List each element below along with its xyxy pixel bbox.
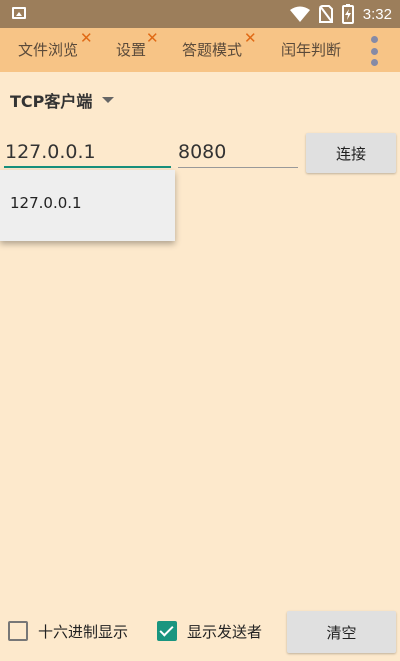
connect-button[interactable]: 连接 xyxy=(306,133,396,173)
clock: 3:32 xyxy=(362,5,392,23)
tab-label: 文件浏览 xyxy=(18,41,79,59)
status-icons: 3:32 xyxy=(289,3,392,25)
tab-label: 答题模式 xyxy=(182,41,243,59)
tab-settings[interactable]: 设置 ✕ xyxy=(116,28,159,72)
battery-charging-icon xyxy=(341,4,354,24)
port-input[interactable]: 8080 xyxy=(178,138,298,168)
mode-spinner-value: TCP客户端 xyxy=(10,92,93,111)
hex-display-label: 十六进制显示 xyxy=(38,622,129,641)
ip-suggestion-dropdown: 127.0.0.1 xyxy=(0,170,175,241)
tab-label: 设置 xyxy=(116,41,147,59)
wifi-icon xyxy=(289,6,310,22)
tab-leap-year[interactable]: 闰年判断 xyxy=(281,28,341,72)
close-icon[interactable]: ✕ xyxy=(244,16,257,60)
mode-spinner[interactable]: TCP客户端 xyxy=(10,88,115,112)
close-icon[interactable]: ✕ xyxy=(146,16,159,60)
no-sim-icon xyxy=(318,5,333,23)
tab-bar: 文件浏览 ✕ 设置 ✕ 答题模式 ✕ 闰年判断 xyxy=(0,28,400,72)
suggestion-item[interactable]: 127.0.0.1 xyxy=(10,194,82,212)
tab-quiz-mode[interactable]: 答题模式 ✕ xyxy=(182,28,257,72)
status-bar: 3:32 xyxy=(0,0,400,28)
gallery-icon xyxy=(12,7,26,19)
close-icon[interactable]: ✕ xyxy=(80,16,93,60)
tab-label: 闰年判断 xyxy=(281,41,342,59)
clear-button[interactable]: 清空 xyxy=(287,611,396,653)
tab-file-browser[interactable]: 文件浏览 ✕ xyxy=(18,28,93,72)
ip-address-input[interactable]: 127.0.0.1 xyxy=(4,138,171,168)
show-sender-label: 显示发送者 xyxy=(187,622,263,641)
overflow-menu-icon[interactable] xyxy=(370,36,378,66)
checkbox-unchecked-icon xyxy=(8,621,28,641)
dropdown-arrow-icon xyxy=(102,97,115,103)
show-sender-checkbox[interactable]: 显示发送者 xyxy=(157,619,262,643)
hex-display-checkbox[interactable]: 十六进制显示 xyxy=(8,619,128,643)
checkbox-checked-icon xyxy=(157,621,177,641)
